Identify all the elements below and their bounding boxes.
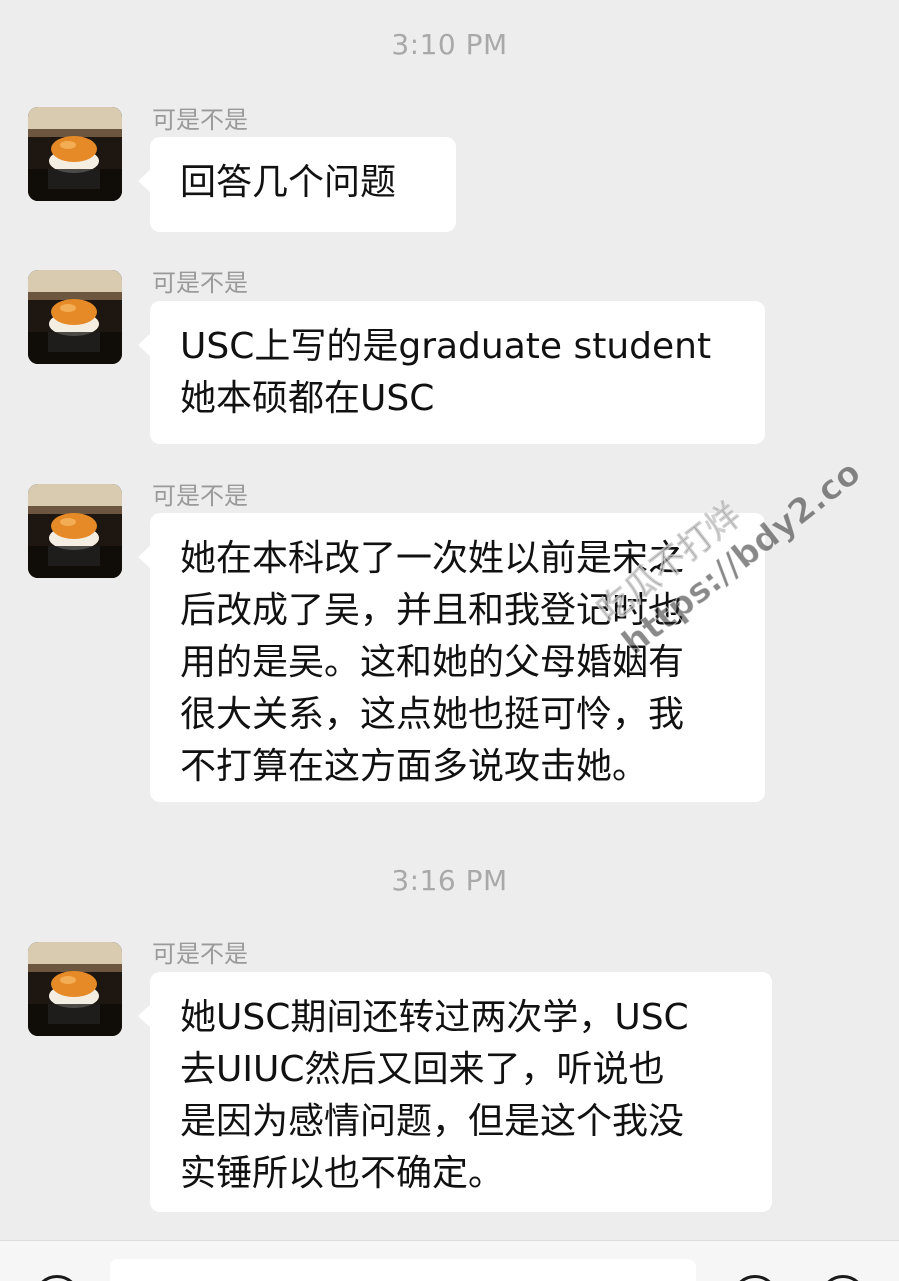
sender-name: 可是不是 <box>152 106 248 134</box>
avatar[interactable] <box>28 484 122 578</box>
input-bar <box>0 1240 899 1281</box>
avatar[interactable] <box>28 270 122 364</box>
sender-name: 可是不是 <box>152 269 248 297</box>
avatar[interactable] <box>28 107 122 201</box>
message-input[interactable] <box>110 1259 696 1281</box>
timestamp: 3:16 PM <box>391 864 508 897</box>
avatar[interactable] <box>28 942 122 1036</box>
message-bubble[interactable]: 回答几个问题 <box>138 137 456 232</box>
add-icon[interactable] <box>820 1275 866 1281</box>
message-bubble[interactable]: USC上写的是graduate student 她本硕都在USC <box>138 301 765 444</box>
chat-area[interactable]: 3:10 PM 可是不是 回答几个问题 可是不是 USC上写的是graduate <box>0 0 899 1240</box>
emoji-icon[interactable] <box>732 1275 778 1281</box>
message-bubble[interactable]: 她USC期间还转过两次学，USC 去UIUC然后又回来了，听说也 是因为感情问题… <box>138 972 772 1212</box>
sender-name: 可是不是 <box>152 482 248 510</box>
timestamp: 3:10 PM <box>391 28 508 61</box>
voice-icon[interactable] <box>34 1275 80 1281</box>
sender-name: 可是不是 <box>152 940 248 968</box>
